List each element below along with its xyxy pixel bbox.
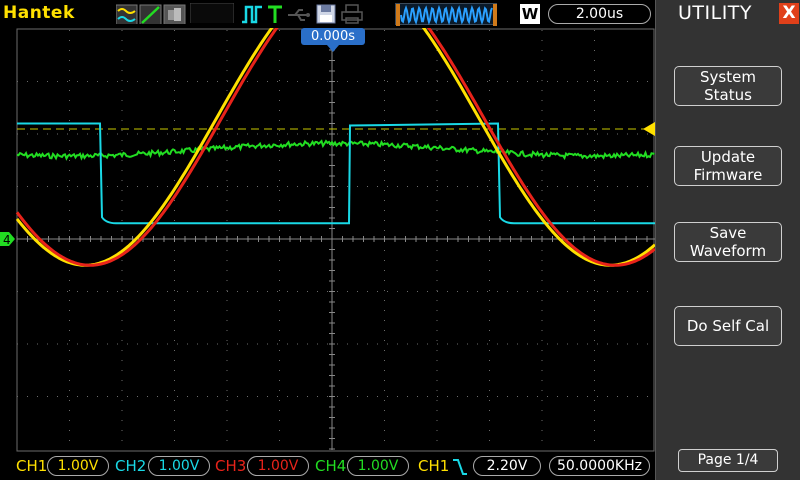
menu-title: UTILITY: [678, 2, 753, 24]
page-indicator-button[interactable]: Page 1/4: [678, 449, 778, 472]
display-mode-icons: [116, 4, 186, 24]
close-icon[interactable]: X: [779, 3, 799, 24]
markers: 4: [0, 122, 655, 247]
pulse-trigger-icon: [242, 5, 262, 24]
trigger-t-icon: [268, 5, 282, 23]
ch4-scale[interactable]: 1.00V: [347, 456, 409, 476]
ch4-label[interactable]: CH4: [315, 456, 346, 476]
scope-graticule: 4: [0, 0, 656, 452]
ch3-label[interactable]: CH3: [215, 456, 246, 476]
line-display-icon: [139, 4, 162, 24]
trigger-position-arrow: [327, 45, 339, 52]
brand-logo: Hantek: [3, 3, 75, 23]
ch4-ground-marker: 4: [0, 232, 15, 247]
channel-status-bar: CH1 1.00V CH2 1.00V CH3 1.00V CH4 1.00V …: [0, 452, 655, 480]
ground-marker-label: 4: [3, 233, 11, 247]
top-status-bar: Hantek W 2.00us: [0, 0, 655, 28]
trigger-level-marker: [643, 122, 655, 136]
ch4-trace: [16, 139, 655, 161]
falling-edge-icon: [453, 459, 467, 475]
acquisition-mode-badge: W: [520, 4, 540, 24]
record-waveform-icon: [396, 4, 497, 26]
update-firmware-button[interactable]: Update Firmware: [674, 146, 782, 186]
utility-menu: UTILITY X System Status Update Firmware …: [655, 0, 800, 480]
timebase-readout[interactable]: 2.00us: [548, 4, 651, 24]
blank-icon: [190, 3, 234, 23]
trigger-position-badge: 0.000s: [301, 28, 365, 45]
ch2-scale[interactable]: 1.00V: [148, 456, 210, 476]
trigger-frequency-readout: 50.0000KHz: [549, 456, 650, 476]
print-icon: [341, 4, 363, 24]
memory-depth-indicator: [395, 3, 497, 26]
waveform-traces: [15, 0, 656, 267]
waveform-icon: [116, 4, 138, 24]
usb-icon: [288, 9, 310, 21]
ch3-scale[interactable]: 1.00V: [247, 456, 309, 476]
ch2-trace: [17, 122, 655, 225]
ch2-label[interactable]: CH2: [115, 456, 146, 476]
ch1-scale[interactable]: 1.00V: [47, 456, 109, 476]
trigger-source-label[interactable]: CH1: [418, 456, 449, 476]
ch1-label[interactable]: CH1: [16, 456, 47, 476]
save-icon: [316, 4, 336, 24]
self-cal-button[interactable]: Do Self Cal: [674, 306, 782, 346]
save-waveform-button[interactable]: Save Waveform: [674, 222, 782, 262]
system-status-button[interactable]: System Status: [674, 66, 782, 106]
persist-icon: [163, 4, 186, 24]
trigger-level-readout[interactable]: 2.20V: [473, 456, 541, 476]
waveform-display[interactable]: 4 0.000s: [0, 0, 656, 452]
